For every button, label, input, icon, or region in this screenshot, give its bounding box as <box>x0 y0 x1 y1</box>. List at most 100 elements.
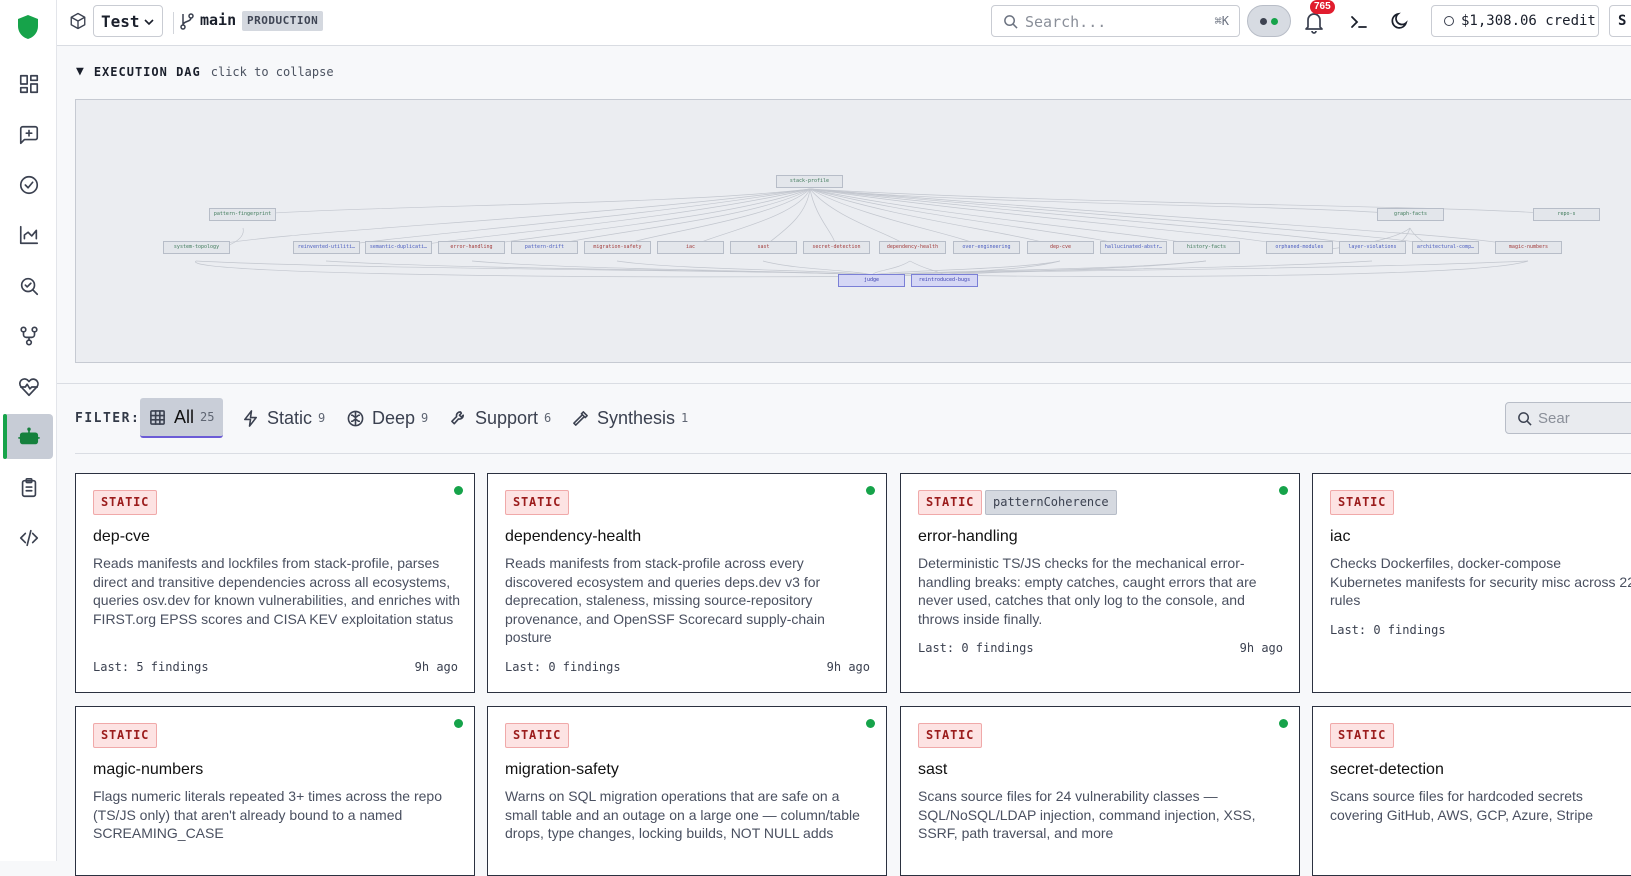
category-badge: STATIC <box>918 490 983 515</box>
connection-status-toggle[interactable] <box>1247 5 1291 37</box>
credit-balance-button[interactable]: $1,308.06 credit <box>1431 5 1599 37</box>
dag-node[interactable]: reinvented-utiliti… <box>293 241 360 254</box>
status-dot <box>454 719 463 728</box>
dag-node[interactable]: dependency-health <box>879 241 946 254</box>
dag-node[interactable]: stack-profile <box>776 175 843 188</box>
sidebar-item-checks[interactable] <box>6 162 51 207</box>
branch-name[interactable]: main <box>200 11 236 29</box>
agent-description: Scans source files for hardcoded secrets… <box>1330 788 1593 823</box>
user-initial: S <box>1618 13 1627 29</box>
tab-count: 9 <box>318 411 326 425</box>
global-search[interactable]: Search... ⌘K <box>991 5 1240 37</box>
agent-name: sast <box>918 761 948 778</box>
dag-node[interactable]: magic-numbers <box>1495 241 1562 254</box>
dag-node[interactable]: dep-cve <box>1027 241 1094 254</box>
agent-card-error-handling[interactable]: STATIC patternCoherence error-handling D… <box>900 473 1300 693</box>
sidebar-item-health[interactable] <box>6 364 51 409</box>
dag-node[interactable]: secret-detection <box>803 241 870 254</box>
category-badge: STATIC <box>918 723 983 748</box>
dag-node[interactable]: architectural-comp… <box>1412 241 1479 254</box>
agent-card-sast[interactable]: STATIC sast Scans source files for 24 vu… <box>900 706 1300 876</box>
project-name: Test <box>101 11 140 31</box>
terminal-icon[interactable] <box>1349 12 1369 32</box>
status-dot-online <box>1271 18 1278 25</box>
collapse-triangle-icon: ▼ <box>76 64 84 79</box>
search-icon <box>1518 412 1532 426</box>
search-placeholder: Search... <box>1025 13 1107 31</box>
agent-name: dep-cve <box>93 528 150 545</box>
dag-node[interactable]: hallucinated-abstr… <box>1100 241 1167 254</box>
agent-card-dependency-health[interactable]: STATIC dependency-health Reads manifests… <box>487 473 887 693</box>
project-select[interactable]: Test <box>93 5 163 37</box>
dashboard-icon <box>19 74 38 93</box>
credit-amount: $1,308.06 credit <box>1461 13 1596 29</box>
dag-node[interactable]: repo-s <box>1533 208 1600 221</box>
hammer-icon <box>573 410 588 426</box>
dag-node[interactable]: orphaned-modules <box>1266 241 1333 254</box>
tab-support[interactable]: Support 6 <box>441 398 560 438</box>
dag-node[interactable]: migration-safety <box>584 241 651 254</box>
status-dot <box>866 486 875 495</box>
tab-label: All <box>174 406 195 427</box>
dag-node[interactable]: graph-facts <box>1377 208 1444 221</box>
dag-node[interactable]: system-topology <box>163 241 230 254</box>
tab-all[interactable]: All 25 <box>140 398 224 438</box>
filter-label: FILTER: <box>75 411 141 426</box>
section-divider <box>57 383 1631 384</box>
sidebar-item-dashboard[interactable] <box>6 61 51 106</box>
sidebar-item-analytics[interactable] <box>6 212 51 257</box>
dag-title: EXECUTION DAG <box>93 64 201 79</box>
dag-node[interactable]: semantic-duplicati… <box>365 241 432 254</box>
dag-node[interactable]: error-handling <box>438 241 505 254</box>
tab-static[interactable]: Static 9 <box>233 398 334 438</box>
user-menu-button[interactable]: S <box>1609 5 1631 37</box>
sidebar-item-workflow[interactable] <box>6 313 51 358</box>
shield-logo-icon[interactable] <box>16 14 40 40</box>
git-branch-icon <box>180 13 194 30</box>
agent-card-dep-cve[interactable]: STATIC dep-cve Reads manifests and lockf… <box>75 473 475 693</box>
new-chat-icon <box>19 125 38 144</box>
dag-node[interactable]: iac <box>657 241 724 254</box>
chevron-down-icon <box>144 19 154 26</box>
tab-label: Synthesis <box>597 407 676 428</box>
dag-node[interactable]: history-facts <box>1173 241 1240 254</box>
execution-dag-graph[interactable]: stack-profile pattern-fingerprint graph-… <box>75 99 1631 363</box>
cube-icon <box>70 12 86 30</box>
divider <box>173 12 174 34</box>
dag-node[interactable]: layer-violations <box>1339 241 1406 254</box>
environment-badge: PRODUCTION <box>242 11 324 31</box>
status-dot <box>1279 486 1288 495</box>
agent-search-input[interactable]: Sear <box>1505 402 1631 434</box>
sidebar-item-agents[interactable] <box>3 414 53 459</box>
dag-node[interactable]: over-engineering <box>953 241 1020 254</box>
agent-card-secret-detection[interactable]: STATIC secret-detection Scans source fil… <box>1312 706 1631 876</box>
agent-name: error-handling <box>918 528 1018 545</box>
search-icon <box>1004 15 1018 29</box>
last-run-time: 9h ago <box>1239 641 1283 655</box>
sidebar-item-scan[interactable] <box>6 263 51 308</box>
last-findings: Last: 5 findings <box>93 660 209 674</box>
chart-icon <box>19 225 38 244</box>
dag-node[interactable]: pattern-drift <box>511 241 578 254</box>
status-dot <box>454 486 463 495</box>
dag-node[interactable]: pattern-fingerprint <box>209 208 276 221</box>
dag-node[interactable]: reintroduced-bugs <box>911 274 978 287</box>
tab-label: Support <box>475 407 539 428</box>
sidebar-item-new-chat[interactable] <box>6 112 51 157</box>
dag-node[interactable]: judge <box>838 274 905 287</box>
moon-icon[interactable] <box>1390 11 1410 31</box>
agent-name: secret-detection <box>1330 761 1444 778</box>
tab-synthesis[interactable]: Synthesis 1 <box>563 398 697 438</box>
sidebar-item-code[interactable] <box>6 515 51 560</box>
category-badge: STATIC <box>93 490 158 515</box>
dag-node[interactable]: sast <box>730 241 797 254</box>
sidebar-item-reports[interactable] <box>6 465 51 510</box>
agent-name: magic-numbers <box>93 761 204 778</box>
agent-card-migration-safety[interactable]: STATIC migration-safety Warns on SQL mig… <box>487 706 887 876</box>
tab-deep[interactable]: Deep 9 <box>338 398 437 438</box>
agent-card-iac[interactable]: STATIC iac Checks Dockerfiles, docker-co… <box>1312 473 1631 693</box>
agent-description: Reads manifests from stack-profile acros… <box>505 555 825 646</box>
tab-count: 25 <box>200 410 215 424</box>
agent-card-magic-numbers[interactable]: STATIC magic-numbers Flags numeric liter… <box>75 706 475 876</box>
dag-header[interactable]: ▼ EXECUTION DAG click to collapse <box>76 64 334 79</box>
